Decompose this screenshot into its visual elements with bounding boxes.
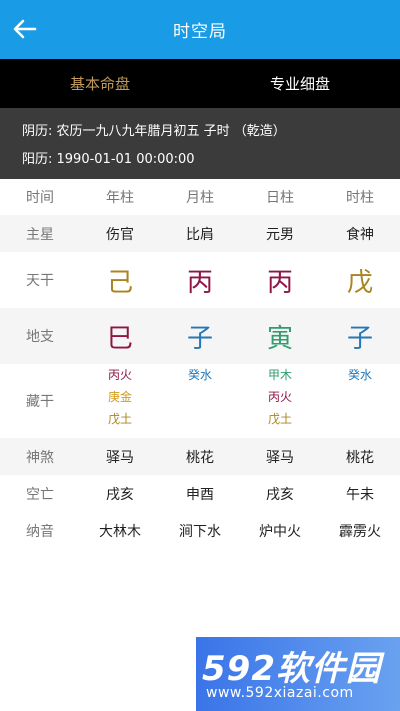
table-row-kongwang: 空亡 戌亥 申酉 戌亥 午未 [0, 475, 400, 512]
table-cell: 霹雳火 [339, 524, 381, 540]
table-cell: 涧下水 [179, 524, 221, 540]
tiangan-cell: 丙 [186, 267, 213, 298]
canggan-item: 癸水 [347, 368, 372, 382]
column-header: 时柱 [346, 190, 374, 206]
canggan-cell: 丙火 庚金 戊土 [80, 364, 160, 430]
tab-basic-chart[interactable]: 基本命盘 [0, 59, 200, 108]
table-cell: 比肩 [186, 226, 214, 243]
canggan-item: 丙火 [267, 390, 292, 404]
table-row-nayin: 纳音 大林木 涧下水 炉中火 霹雳火 [0, 512, 400, 550]
table-cell: 大林木 [99, 524, 141, 540]
column-header: 月柱 [186, 190, 214, 206]
table-cell: 伤官 [106, 226, 134, 243]
row-label: 空亡 [26, 486, 54, 503]
solar-date: 阳历: 1990-01-01 00:00:00 [22, 152, 195, 167]
tiangan-cell: 戊 [346, 267, 373, 298]
row-label: 天干 [26, 273, 54, 289]
table-cell: 午未 [346, 486, 374, 503]
row-label: 时间 [26, 190, 54, 206]
dizhi-cell: 寅 [266, 323, 293, 354]
row-label: 藏干 [26, 394, 54, 410]
table-cell: 驿马 [106, 449, 134, 466]
app-header: 时空局 [0, 0, 400, 59]
tab-detailed-chart[interactable]: 专业细盘 [200, 59, 400, 108]
table-cell: 申酉 [186, 486, 214, 503]
column-header: 日柱 [266, 190, 294, 206]
row-label: 纳音 [26, 524, 54, 540]
watermark-url: www.592xiazai.com [206, 685, 354, 701]
column-header: 年柱 [106, 190, 134, 206]
tab-bar: 基本命盘 专业细盘 [0, 59, 400, 108]
row-label: 神煞 [26, 449, 54, 466]
page-title: 时空局 [173, 22, 227, 42]
table-cell: 驿马 [266, 449, 294, 466]
table-row-header: 时间 年柱 月柱 日柱 时柱 [0, 179, 400, 215]
table-row-shensha: 神煞 驿马 桃花 驿马 桃花 [0, 438, 400, 475]
table-cell: 食神 [346, 226, 374, 243]
table-row-tiangan: 天干 己 丙 丙 戊 [0, 252, 400, 308]
table-cell: 戌亥 [106, 486, 134, 503]
bazi-table: 时间 年柱 月柱 日柱 时柱 主星 伤官 比肩 元男 食神 天干 己 丙 丙 戊… [0, 179, 400, 550]
tiangan-cell: 己 [106, 267, 133, 298]
table-row-dizhi: 地支 巳 子 寅 子 [0, 308, 400, 364]
table-cell: 桃花 [186, 449, 214, 466]
watermark-banner: 592软件园 www.592xiazai.com [196, 637, 400, 711]
table-cell: 元男 [266, 226, 294, 243]
canggan-cell: 甲木 丙火 戊土 [240, 364, 320, 430]
row-label: 主星 [26, 226, 54, 243]
table-cell: 炉中火 [259, 524, 301, 540]
dizhi-cell: 子 [346, 323, 373, 354]
dizhi-cell: 巳 [106, 323, 133, 354]
canggan-item: 甲木 [267, 368, 292, 382]
dizhi-cell: 子 [186, 323, 213, 354]
canggan-item: 癸水 [187, 368, 212, 382]
tiangan-cell: 丙 [266, 267, 293, 298]
canggan-cell: 癸水 [320, 364, 400, 386]
canggan-cell: 癸水 [160, 364, 240, 386]
table-row-canggan: 藏干 丙火 庚金 戊土 癸水 甲木 丙火 戊土 癸水 [0, 364, 400, 438]
table-cell: 桃花 [346, 449, 374, 466]
arrow-left-icon [13, 19, 37, 39]
birth-info-panel: 阴历: 农历一九八九年腊月初五 子时 （乾造） 阳历: 1990-01-01 0… [0, 108, 400, 179]
row-label: 地支 [26, 329, 54, 345]
table-cell: 戌亥 [266, 486, 294, 503]
watermark-logo: 592软件园 [202, 649, 381, 689]
back-button[interactable] [10, 14, 40, 44]
canggan-item: 庚金 [107, 390, 132, 404]
canggan-item: 戊土 [107, 412, 132, 426]
lunar-date: 阴历: 农历一九八九年腊月初五 子时 （乾造） [22, 124, 286, 139]
canggan-item: 丙火 [107, 368, 132, 382]
canggan-item: 戊土 [267, 412, 292, 426]
table-row-zhuxing: 主星 伤官 比肩 元男 食神 [0, 215, 400, 252]
